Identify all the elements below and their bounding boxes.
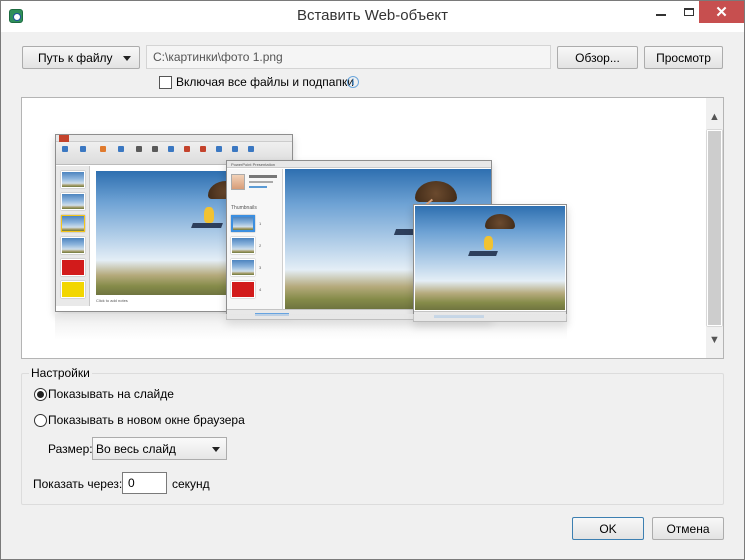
scroll-thumb[interactable] [707,130,722,326]
presenter-side-panel: Thumbnails 1 2 3 4 [227,169,283,309]
include-subfolders-checkbox[interactable] [159,76,172,89]
user-info-line [249,181,273,183]
presenter-thumbnail [231,281,255,298]
cancel-button[interactable]: Отмена [652,517,724,540]
ribbon-icon [118,146,124,152]
minimize-icon [656,14,666,16]
ribbon-icon [62,146,68,152]
preview-button[interactable]: Просмотр [644,46,723,69]
presenter-titlebar: PowerPoint Presentation [227,161,491,168]
chevron-down-icon [123,56,131,61]
scroll-up-icon[interactable]: ▲ [706,108,723,125]
jumper-legs [468,251,498,256]
ok-button[interactable]: OK [572,517,644,540]
slideshow-photo [415,206,565,310]
slide-thumbnail [61,281,85,298]
ribbon-icon [80,146,86,152]
preview-image: Click to add notes PowerPoint Presentati… [22,98,708,358]
reflection [55,314,567,340]
user-name-line [249,175,277,178]
slide-number: 1 [259,221,262,226]
show-on-slide-radio[interactable] [34,388,47,401]
ribbon-icon [216,146,222,152]
presenter-thumbnail [231,215,255,232]
presenter-thumbnail [231,237,255,254]
slide-number: 4 [259,287,262,292]
slide-number: 2 [259,243,262,248]
ribbon-icon [232,146,238,152]
include-subfolders-label[interactable]: Включая все файлы и подпапки [176,75,354,89]
slide-number: 3 [259,265,262,270]
chevron-down-icon [212,447,220,452]
slide-thumbnails-column [56,166,90,306]
umbrella [485,214,515,229]
insert-web-object-dialog: Вставить Web-объект ✕ Путь к файлу C:\ка… [0,0,745,560]
title-bar: Вставить Web-объект ✕ [1,1,744,32]
slide-thumbnail [61,259,85,276]
notes-placeholder: Click to add notes [96,298,128,303]
minimize-button[interactable] [647,1,675,23]
delay-label: Показать через: [33,477,123,491]
size-select-value: Во весь слайд [96,442,176,456]
ribbon-tabs [56,135,292,142]
size-label: Размер: [48,442,93,456]
slideshow-window-screenshot [413,204,567,322]
user-link-line [249,186,267,188]
slide-thumbnail [61,193,85,210]
file-tab [59,135,69,142]
thumbnails-label: Thumbnails [231,205,257,211]
presenter-thumbnail [231,259,255,276]
jumper [484,236,493,250]
size-select[interactable]: Во весь слайд [92,437,227,460]
source-type-dropdown[interactable]: Путь к файлу [22,46,140,69]
ribbon-icon [152,146,158,152]
show-in-browser-label[interactable]: Показывать в новом окне браузера [48,413,245,427]
delay-input[interactable]: 0 [122,472,167,494]
show-on-slide-label[interactable]: Показывать на слайде [48,387,174,401]
scroll-down-icon[interactable]: ▼ [706,331,723,348]
avatar [231,174,245,190]
slide-thumbnail [61,215,85,232]
jumper-legs [191,223,223,228]
ribbon-icon [168,146,174,152]
ribbon-icon [184,146,190,152]
slide-thumbnail [61,171,85,188]
ribbon-icon [248,146,254,152]
close-icon: ✕ [715,4,728,21]
maximize-icon [684,8,694,16]
show-in-browser-radio[interactable] [34,414,47,427]
delay-unit-label: секунд [172,477,210,491]
preview-pane: Click to add notes PowerPoint Presentati… [21,97,724,359]
slide-thumbnail [61,237,85,254]
window-title: Вставить Web-объект [296,7,449,24]
ribbon-icon [136,146,142,152]
preview-scrollbar[interactable]: ▲ ▼ [706,98,723,358]
umbrella [415,181,457,202]
presenter-title: PowerPoint Presentation [231,162,276,167]
jumper [204,207,214,223]
source-type-label: Путь к файлу [38,50,113,65]
file-path-field[interactable]: C:\картинки\фото 1.png [146,45,551,69]
ribbon-icon [100,146,106,152]
ribbon-icon [200,146,206,152]
browse-button[interactable]: Обзор... [557,46,638,69]
info-icon[interactable]: i [347,76,359,88]
close-button[interactable]: ✕ [699,1,744,23]
settings-group-title: Настройки [29,366,92,380]
